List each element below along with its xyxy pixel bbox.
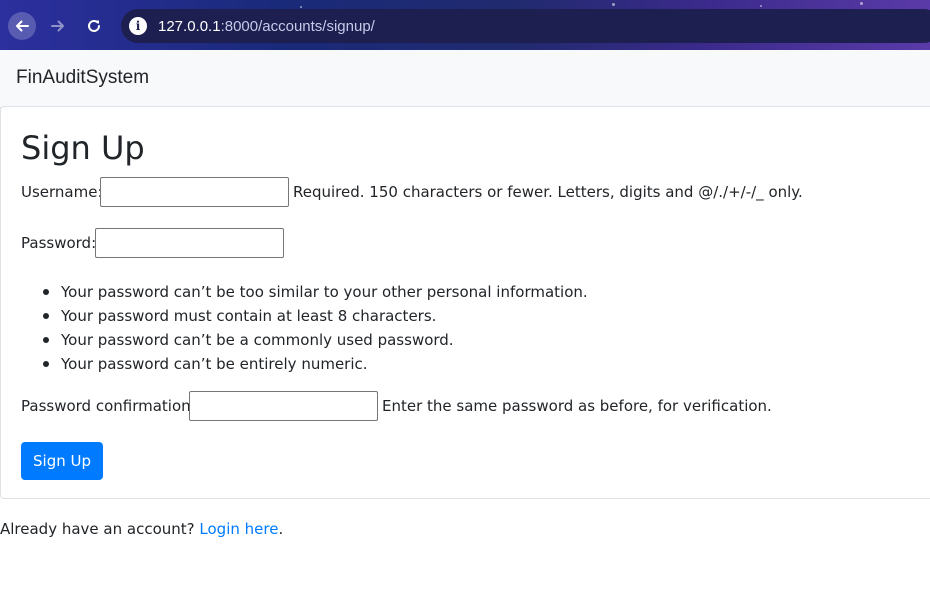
login-prompt-text: Already have an account? xyxy=(0,520,195,538)
password-label: Password: xyxy=(21,234,97,252)
sign-up-button[interactable]: Sign Up xyxy=(21,442,103,480)
bullet xyxy=(43,361,49,367)
info-icon[interactable]: i xyxy=(129,17,147,35)
reload-icon xyxy=(88,19,100,32)
login-prompt: Already have an account? Login here. xyxy=(0,520,283,538)
username-input[interactable] xyxy=(100,177,289,207)
password-confirmation-label: Password confirmation: xyxy=(21,397,196,415)
browser-toolbar: i 127.0.0.1:8000/accounts/signup/ xyxy=(0,0,930,50)
bullet xyxy=(43,313,49,319)
list-item: Your password can’t be too similar to yo… xyxy=(21,281,588,305)
navbar: FinAuditSystem xyxy=(0,50,930,108)
rule-text: Your password can’t be too similar to yo… xyxy=(61,283,588,301)
username-help-text: Required. 150 characters or fewer. Lette… xyxy=(293,183,803,201)
arrow-left-icon xyxy=(16,20,29,32)
url-text: 127.0.0.1:8000/accounts/signup/ xyxy=(158,18,375,35)
back-button[interactable] xyxy=(8,12,36,40)
reload-button[interactable] xyxy=(80,12,108,40)
url-path: :8000/accounts/signup/ xyxy=(220,17,375,35)
username-label: Username: xyxy=(21,183,103,201)
bullet xyxy=(43,337,49,343)
url-host: 127.0.0.1 xyxy=(158,17,221,35)
login-link[interactable]: Login here xyxy=(199,520,278,538)
rule-text: Your password can’t be a commonly used p… xyxy=(61,331,454,349)
password-input[interactable] xyxy=(95,228,284,258)
page-title: Sign Up xyxy=(21,129,145,167)
password-confirmation-help-text: Enter the same password as before, for v… xyxy=(382,397,772,415)
password-rules-list: Your password can’t be too similar to yo… xyxy=(21,281,588,377)
background-sparkle xyxy=(300,6,302,8)
bullet xyxy=(43,289,49,295)
login-prompt-period: . xyxy=(278,520,284,538)
rule-text: Your password can’t be entirely numeric. xyxy=(61,355,368,373)
rule-text: Your password must contain at least 8 ch… xyxy=(61,307,437,325)
background-sparkle xyxy=(760,5,762,7)
list-item: Your password can’t be entirely numeric. xyxy=(21,353,588,377)
arrow-right-icon xyxy=(51,20,64,32)
address-bar[interactable]: i 127.0.0.1:8000/accounts/signup/ xyxy=(121,9,930,43)
navbar-brand[interactable]: FinAuditSystem xyxy=(16,67,149,89)
list-item: Your password can’t be a commonly used p… xyxy=(21,329,588,353)
forward-button[interactable] xyxy=(44,12,72,40)
background-sparkle xyxy=(860,2,863,5)
background-sparkle xyxy=(612,3,615,6)
list-item: Your password must contain at least 8 ch… xyxy=(21,305,588,329)
password-confirmation-input[interactable] xyxy=(189,391,378,421)
